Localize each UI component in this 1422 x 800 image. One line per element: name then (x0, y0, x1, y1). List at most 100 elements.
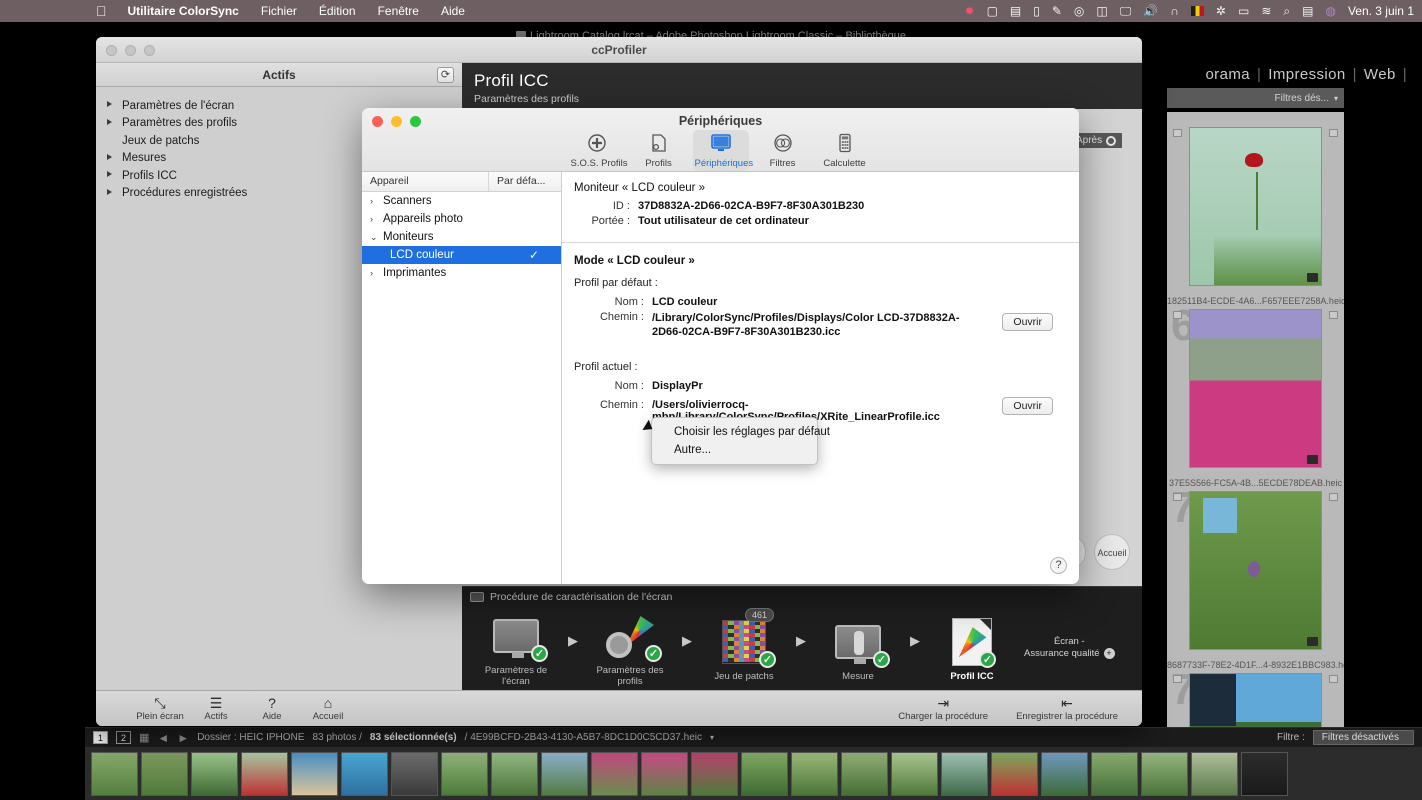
help-button[interactable]: ? Aide (244, 695, 300, 722)
zoom-button[interactable] (410, 116, 421, 127)
lightroom-filmstrip[interactable] (85, 747, 1422, 800)
view-mode-2-button[interactable]: 2 (116, 731, 131, 744)
menu-item-choose-defaults[interactable]: Choisir les réglages par défaut (652, 423, 830, 441)
grid-cell[interactable]: 7 37E5S566-FC5A-4B...5ECDE78DEAB.heic (1167, 476, 1344, 658)
clipboard-icon[interactable]: ▯ (1033, 4, 1040, 18)
device-row-lcd-couleur[interactable]: LCD couleur ✓ (362, 246, 561, 264)
filmstrip-thumb[interactable] (991, 751, 1038, 796)
grid-filter-bar[interactable]: Filtres dés... ▾ (1167, 88, 1344, 108)
filmstrip-thumb[interactable] (91, 751, 138, 796)
timemachine-icon[interactable]: ▤ (1302, 4, 1313, 18)
pick-flag-icon[interactable] (1173, 129, 1182, 137)
filmstrip-thumb[interactable] (841, 751, 888, 796)
battery-icon[interactable]: ▭ (1238, 4, 1249, 18)
thumbnail-image[interactable] (1189, 491, 1322, 650)
profile-popup-menu[interactable]: Choisir les réglages par défaut Autre... (651, 417, 830, 465)
menu-item-aide[interactable]: Aide (430, 0, 476, 22)
filmstrip-thumb[interactable] (291, 751, 338, 796)
volume-icon[interactable]: 🔊 (1143, 4, 1158, 18)
close-button[interactable] (372, 116, 383, 127)
filmstrip-thumb[interactable] (141, 751, 188, 796)
filmstrip-thumb[interactable] (441, 751, 488, 796)
workflow-step-icc-profile[interactable]: ✓ Profil ICC (926, 614, 1018, 682)
close-button[interactable] (106, 45, 117, 56)
workflow-step-profile-settings[interactable]: ✓ Paramètres des profils (584, 608, 676, 687)
filmstrip-thumb[interactable] (1041, 751, 1088, 796)
grid-cell[interactable]: 6 182511B4-ECDE-4A6...F657EEE7258A.heic (1167, 294, 1344, 476)
module-impression[interactable]: Impression (1268, 66, 1345, 83)
window-controls[interactable] (106, 45, 155, 56)
chevron-right-icon[interactable]: › (370, 266, 378, 280)
filmstrip-thumb[interactable] (191, 751, 238, 796)
thumbnail-image[interactable] (1189, 309, 1322, 468)
bluetooth-icon[interactable]: ✲ (1216, 4, 1226, 18)
filmstrip-thumb[interactable] (891, 751, 938, 796)
menu-item-fichier[interactable]: Fichier (250, 0, 308, 22)
disclosure-triangle-icon[interactable] (107, 153, 112, 160)
filmstrip-thumb[interactable] (791, 751, 838, 796)
save-workflow-button[interactable]: ⇤ Enregistrer la procédure (1002, 695, 1132, 722)
module-panorama[interactable]: orama (1205, 66, 1250, 83)
menu-item-fenetre[interactable]: Fenêtre (367, 0, 430, 22)
filename-chevron-icon[interactable]: ▾ (710, 733, 714, 742)
toolbar-calculette[interactable]: Calculette (817, 130, 873, 171)
minimize-button[interactable] (391, 116, 402, 127)
window-controls[interactable] (372, 116, 421, 127)
sidebar-icon[interactable]: ◫ (1096, 4, 1107, 18)
filmstrip-thumb[interactable] (941, 751, 988, 796)
disclosure-triangle-icon[interactable] (107, 188, 112, 195)
badge-square-icon[interactable] (1329, 129, 1338, 137)
grid-cell[interactable] (1167, 112, 1344, 294)
toolbar-peripheriques[interactable]: Périphériques (692, 130, 753, 171)
workflow-step-patch-set[interactable]: 461 ✓ Jeu de patchs (698, 607, 790, 682)
disclosure-triangle-icon[interactable] (107, 101, 112, 107)
filmstrip-thumb[interactable] (591, 751, 638, 796)
filmstrip-thumb[interactable] (541, 751, 588, 796)
filmstrip-thumb[interactable] (1141, 751, 1188, 796)
zoom-button[interactable] (144, 45, 155, 56)
toolbar-profils[interactable]: Profils (631, 130, 687, 171)
pick-flag-icon[interactable] (1173, 311, 1182, 319)
pick-flag-icon[interactable] (1173, 675, 1182, 683)
current-profile-label[interactable]: Profil actuel : (574, 361, 1067, 373)
add-icon[interactable]: + (1103, 647, 1115, 659)
device-row-printers[interactable]: › Imprimantes (362, 264, 561, 282)
device-row-scanners[interactable]: › Scanners (362, 192, 561, 210)
circle-icon[interactable] (1106, 135, 1117, 146)
home-button[interactable]: Accueil (1094, 534, 1130, 570)
search-icon[interactable]: ⌕ (1283, 4, 1290, 19)
lightroom-module-picker[interactable]: orama | Impression | Web | (1205, 66, 1414, 83)
grid-view-icon[interactable]: ▦ (139, 731, 149, 744)
belgium-flag-icon[interactable] (1190, 6, 1204, 16)
notes-icon[interactable]: ✎ (1052, 4, 1062, 18)
menu-item-app[interactable]: Utilitaire ColorSync (117, 0, 250, 22)
wifi-icon[interactable]: ≋ (1261, 4, 1271, 18)
load-workflow-button[interactable]: ⇥ Charger la procédure (884, 695, 1002, 722)
quality-assurance-step[interactable]: Écran - Assurance qualité + (1018, 636, 1115, 660)
airplay-icon[interactable]: ▢ (987, 4, 998, 18)
control-center-icon[interactable]: ▤ (1010, 4, 1021, 18)
help-button[interactable]: ? (1050, 557, 1067, 574)
fullscreen-button[interactable]: ⤡ Plein écran (132, 695, 188, 722)
view-mode-1-button[interactable]: 1 (93, 731, 108, 744)
filmstrip-thumb[interactable] (1241, 751, 1288, 796)
filmstrip-thumb[interactable] (391, 751, 438, 796)
refresh-icon[interactable]: ⟳ (437, 67, 454, 83)
spotlight-icon[interactable]: ◍ (1325, 4, 1335, 18)
workflow-step-measure[interactable]: ✓ Mesure (812, 614, 904, 682)
disclosure-triangle-icon[interactable] (107, 118, 112, 125)
chevron-right-icon[interactable]: › (370, 194, 378, 208)
menu-item-other[interactable]: Autre... (652, 441, 817, 459)
badge-square-icon[interactable] (1329, 493, 1338, 501)
back-arrow-icon[interactable]: ◄ (157, 731, 169, 745)
open-current-profile-button[interactable]: Ouvrir (1002, 397, 1053, 415)
menu-item-edition[interactable]: Édition (308, 0, 367, 22)
siri-icon[interactable]: ◎ (1074, 4, 1084, 18)
filmstrip-thumb[interactable] (691, 751, 738, 796)
headphones-icon[interactable]: ∩ (1170, 4, 1179, 18)
toolbar-filtres[interactable]: Filtres (755, 130, 811, 171)
device-row-cameras[interactable]: › Appareils photo (362, 210, 561, 228)
thumbnail-image[interactable] (1189, 127, 1322, 286)
badge-square-icon[interactable] (1329, 675, 1338, 683)
menubar-clock[interactable]: Ven. 3 juin 1 (1348, 4, 1414, 18)
